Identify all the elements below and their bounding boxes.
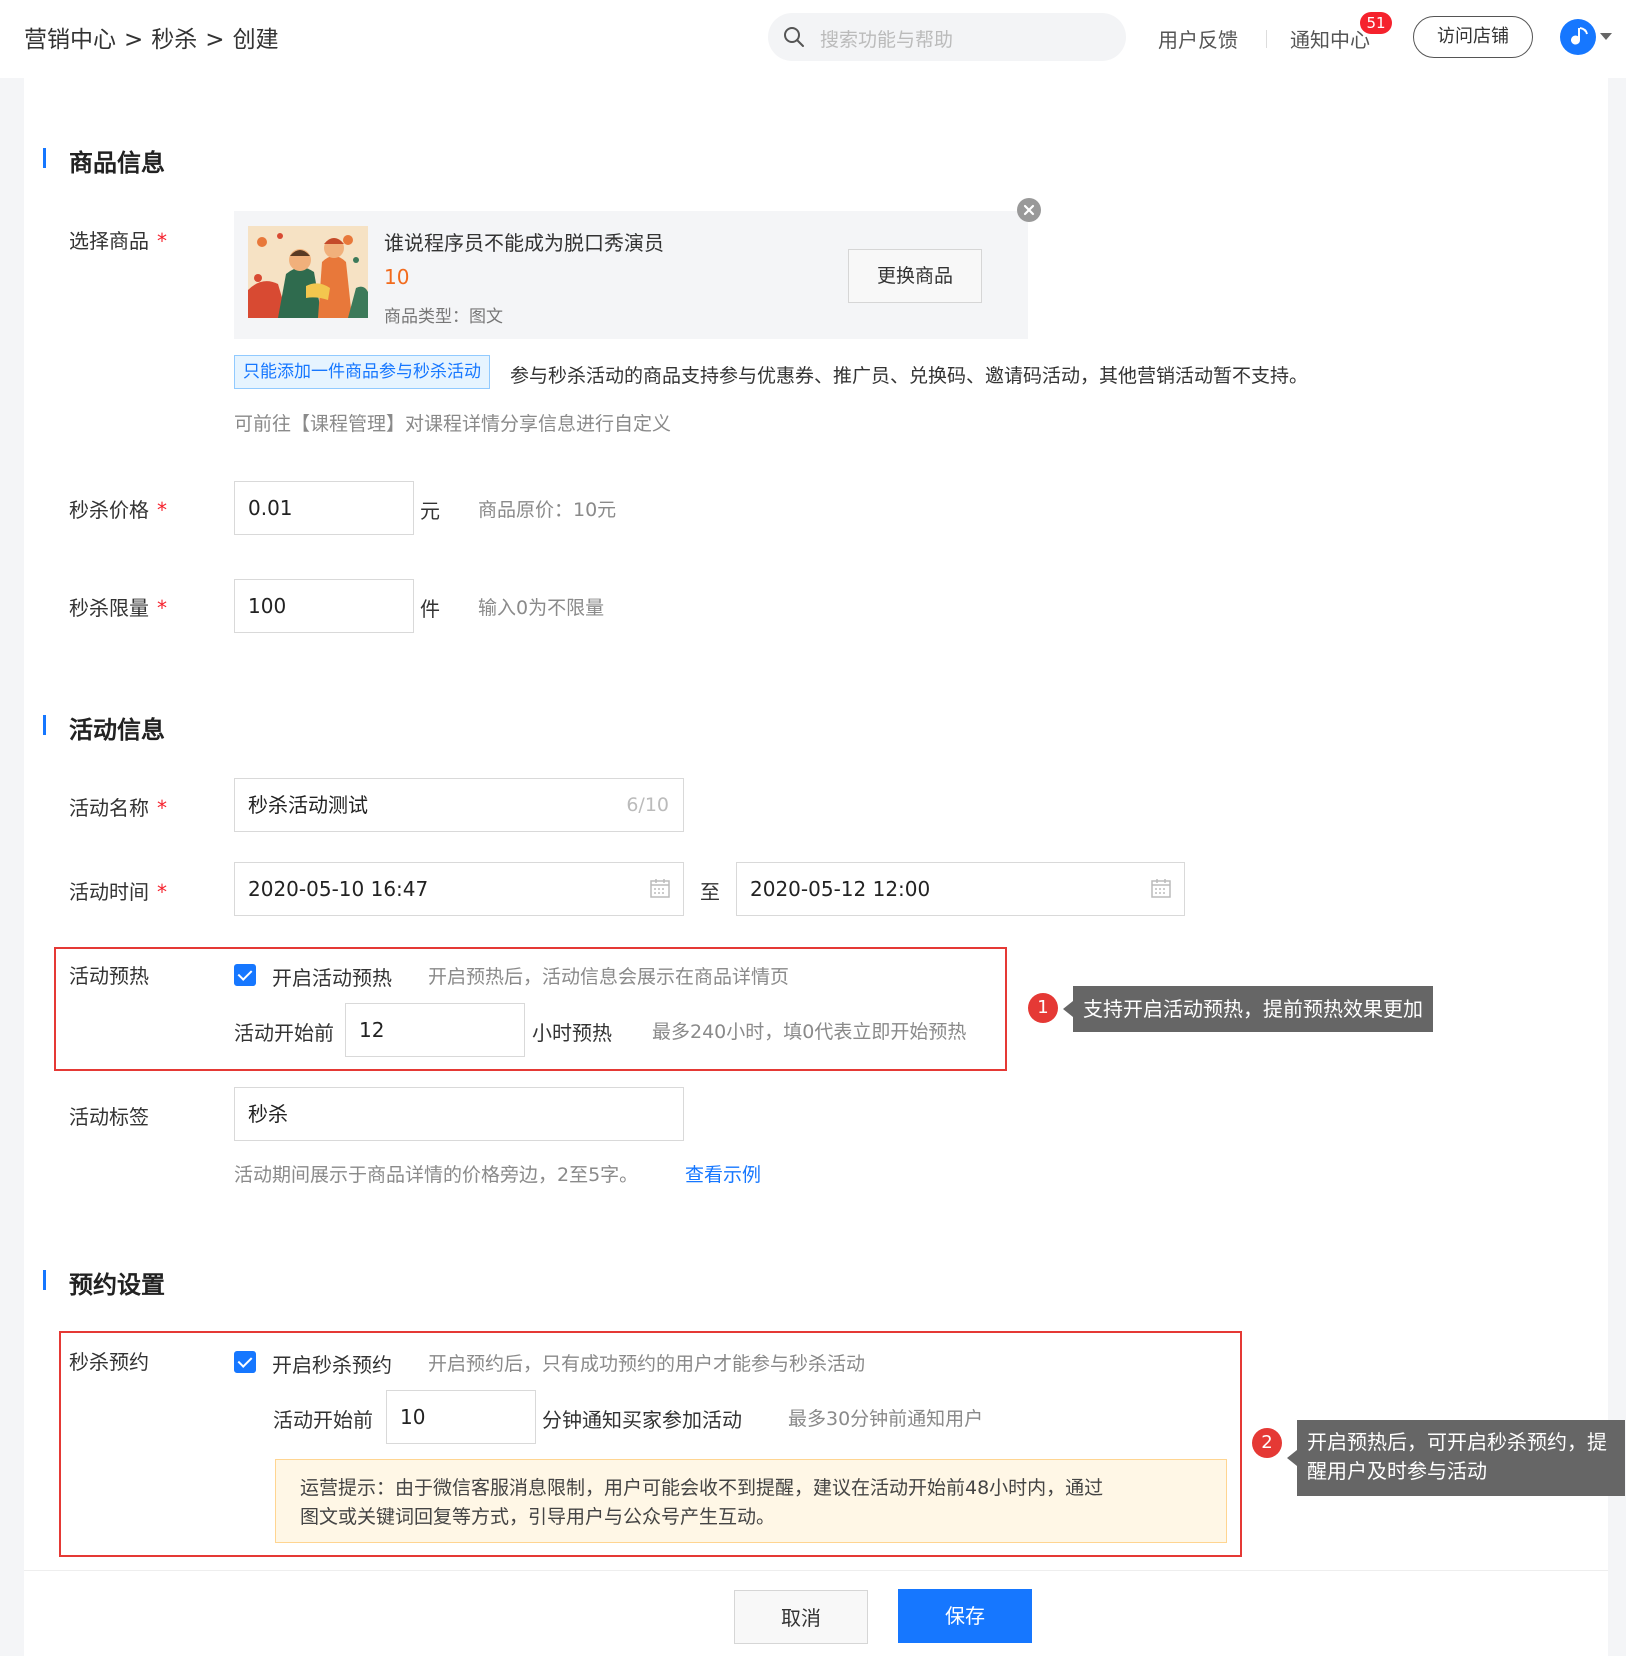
price-unit: 元	[420, 499, 440, 523]
music-note-icon	[1571, 27, 1588, 45]
time-range-to: 至	[700, 880, 720, 904]
annotation-marker-2: 2	[1252, 1428, 1282, 1458]
breadcrumb: 营销中心 > 秒杀 > 创建	[24, 20, 279, 54]
limit-label: 秒杀限量 *	[69, 592, 167, 621]
notice-line-1: 运营提示：由于微信客服消息限制，用户可能会收不到提醒，建议在活动开始前48小时内…	[300, 1477, 1104, 1499]
preheat-before-label: 活动开始前	[234, 1021, 334, 1045]
reserve-minutes-input[interactable]: 10	[386, 1390, 536, 1444]
reserve-checkbox[interactable]	[234, 1351, 256, 1373]
top-header: 营销中心 > 秒杀 > 创建 搜索功能与帮助 用户反馈 通知中心 51 访问店铺	[0, 0, 1626, 78]
preheat-checkbox-label[interactable]: 开启活动预热	[272, 962, 392, 991]
activity-name-input[interactable]: 秒杀活动测试 6/10	[234, 778, 684, 832]
flash-price-input[interactable]: 0.01	[234, 481, 414, 535]
breadcrumb-marketing[interactable]: 营销中心	[24, 27, 116, 53]
required-mark: *	[157, 796, 167, 820]
annotation-tip-2: 开启预热后，可开启秒杀预约，提 醒用户及时参与活动	[1287, 1420, 1625, 1496]
cancel-button[interactable]: 取消	[734, 1590, 868, 1644]
section-title-reserve: 预约设置	[43, 1265, 165, 1300]
activity-time-label: 活动时间 *	[69, 876, 167, 905]
product-price: 10	[384, 265, 410, 289]
selected-product-card: 谁说程序员不能成为脱口秀演员 10 商品类型：图文 更换商品	[234, 211, 1028, 339]
single-product-tag: 只能添加一件商品参与秒杀活动	[234, 355, 490, 389]
activity-time-label-text: 活动时间	[69, 880, 149, 904]
breadcrumb-separator: >	[124, 27, 144, 53]
user-feedback-link[interactable]: 用户反馈	[1158, 24, 1238, 53]
chevron-down-icon[interactable]	[1600, 33, 1612, 40]
customize-hint: 可前往【课程管理】对课程详情分享信息进行自定义	[234, 413, 672, 435]
activity-name-label-text: 活动名称	[69, 796, 149, 820]
price-label: 秒杀价格 *	[69, 494, 167, 523]
product-type: 商品类型：图文	[384, 307, 503, 327]
calendar-icon[interactable]	[1150, 877, 1172, 899]
preheat-max-hint: 最多240小时，填0代表立即开始预热	[652, 1021, 967, 1043]
remove-product-button[interactable]	[1017, 198, 1041, 222]
preheat-label: 活动预热	[69, 964, 149, 988]
header-divider	[1266, 30, 1267, 48]
annotation-marker-1: 1	[1028, 993, 1058, 1023]
visit-shop-button[interactable]: 访问店铺	[1413, 16, 1533, 58]
notification-badge: 51	[1360, 12, 1392, 34]
notice-line-2: 图文或关键词回复等方式，引导用户与公众号产生互动。	[300, 1506, 776, 1528]
product-illustration	[248, 226, 368, 318]
reserve-hint: 开启预约后，只有成功预约的用户才能参与秒杀活动	[428, 1353, 866, 1375]
limit-hint: 输入0为不限量	[478, 597, 605, 619]
required-mark: *	[157, 498, 167, 522]
search-input[interactable]: 搜索功能与帮助	[820, 25, 953, 52]
avatar[interactable]	[1560, 19, 1596, 55]
limit-unit: 件	[420, 597, 440, 621]
calendar-icon[interactable]	[649, 877, 671, 899]
preheat-checkbox[interactable]	[234, 964, 256, 986]
notification-center-link[interactable]: 通知中心	[1290, 24, 1370, 53]
select-product-label: 选择商品 *	[69, 225, 167, 254]
footer-divider	[24, 1570, 1608, 1571]
annotation-tip-1: 支持开启活动预热，提前预热效果更加	[1063, 986, 1433, 1032]
preheat-unit: 小时预热	[532, 1021, 612, 1045]
preheat-hint: 开启预热后，活动信息会展示在商品详情页	[428, 966, 790, 988]
tip2-line-2: 醒用户及时参与活动	[1307, 1459, 1487, 1483]
original-price: 商品原价：10元	[478, 499, 617, 521]
price-label-text: 秒杀价格	[69, 498, 149, 522]
start-time-input[interactable]: 2020-05-10 16:47	[234, 862, 684, 916]
limit-label-text: 秒杀限量	[69, 596, 149, 620]
activity-tag-input[interactable]: 秒杀	[234, 1087, 684, 1141]
required-mark: *	[157, 229, 167, 253]
search-box[interactable]: 搜索功能与帮助	[768, 13, 1126, 61]
preheat-hours-input[interactable]: 12	[345, 1003, 525, 1057]
end-time-value: 2020-05-12 12:00	[750, 877, 931, 901]
change-product-button[interactable]: 更换商品	[848, 249, 982, 303]
reserve-max-hint: 最多30分钟前通知用户	[788, 1408, 984, 1430]
required-mark: *	[157, 596, 167, 620]
select-product-label-text: 选择商品	[69, 229, 149, 253]
operation-notice: 运营提示：由于微信客服消息限制，用户可能会收不到提醒，建议在活动开始前48小时内…	[275, 1459, 1227, 1543]
activity-tag-label: 活动标签	[69, 1105, 149, 1129]
product-thumbnail	[248, 226, 368, 318]
product-support-text: 参与秒杀活动的商品支持参与优惠券、推广员、兑换码、邀请码活动，其他营销活动暂不支…	[510, 365, 1309, 387]
close-icon	[1023, 204, 1035, 216]
breadcrumb-separator: >	[205, 27, 225, 53]
search-icon	[784, 27, 804, 47]
end-time-input[interactable]: 2020-05-12 12:00	[736, 862, 1185, 916]
reserve-checkbox-label[interactable]: 开启秒杀预约	[272, 1349, 392, 1378]
product-title: 谁说程序员不能成为脱口秀演员	[384, 231, 664, 255]
char-count: 6/10	[626, 794, 669, 816]
save-button[interactable]: 保存	[898, 1589, 1032, 1643]
reserve-before-label: 活动开始前	[273, 1408, 373, 1432]
breadcrumb-create: 创建	[232, 27, 279, 53]
activity-name-label: 活动名称 *	[69, 792, 167, 821]
section-title-activity: 活动信息	[43, 710, 165, 745]
required-mark: *	[157, 880, 167, 904]
tip2-line-1: 开启预热后，可开启秒杀预约，提	[1307, 1430, 1607, 1454]
activity-tag-hint: 活动期间展示于商品详情的价格旁边，2至5字。	[234, 1164, 639, 1186]
flash-limit-input[interactable]: 100	[234, 579, 414, 633]
view-example-link[interactable]: 查看示例	[685, 1160, 761, 1187]
section-title-product: 商品信息	[43, 143, 165, 178]
start-time-value: 2020-05-10 16:47	[248, 877, 429, 901]
reserve-unit: 分钟通知买家参加活动	[542, 1408, 742, 1432]
reserve-label: 秒杀预约	[69, 1350, 149, 1374]
activity-name-value: 秒杀活动测试	[248, 793, 368, 817]
breadcrumb-flash-sale[interactable]: 秒杀	[151, 27, 197, 53]
